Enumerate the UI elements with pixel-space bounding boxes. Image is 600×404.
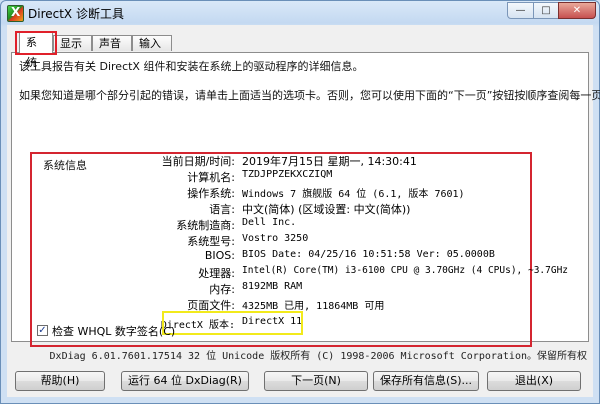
directx-icon: X (7, 5, 24, 22)
client-area: 系统 显示 声音 输入 该工具报告有关 DirectX 组件和安装在系统上的驱动… (7, 25, 600, 397)
info-label: 系统型号: (187, 235, 235, 248)
info-value: Windows 7 旗舰版 64 位 (6.1, 版本 7601) (242, 189, 465, 200)
intro-line-2: 如果您知道是哪个部分引起的错误，请单击上面适当的选项卡。否则，您可以使用下面的“… (19, 89, 600, 102)
close-button[interactable]: ✕ (558, 2, 596, 19)
minimize-button[interactable]: — (507, 2, 534, 19)
info-label: 当前日期/时间: (161, 155, 235, 168)
info-row-memory: 内存: 8192MB RAM (7, 281, 600, 296)
tab-sound[interactable]: 声音 (92, 35, 132, 51)
directx-version-highlight-box (162, 311, 303, 335)
whql-checkbox[interactable]: ✓ (37, 325, 48, 336)
info-row-computer-name: 计算机名: TZDJPPZEKXCZIQM (7, 169, 600, 184)
exit-button[interactable]: 退出(X) (487, 371, 581, 391)
tab-input[interactable]: 输入 (132, 35, 172, 51)
copyright-footer: DxDiag 6.01.7601.17514 32 位 Unicode 版权所有… (49, 351, 587, 362)
info-value: BIOS Date: 04/25/16 10:51:58 Ver: 05.000… (242, 249, 495, 260)
maximize-button[interactable]: □ (533, 2, 559, 19)
info-value: Intel(R) Core(TM) i3-6100 CPU @ 3.70GHz … (242, 265, 569, 276)
info-label: BIOS: (204, 249, 235, 262)
save-all-info-button[interactable]: 保存所有信息(S)... (373, 371, 479, 391)
next-page-button[interactable]: 下一页(N) (264, 371, 368, 391)
info-value: 中文(简体) (区域设置: 中文(简体)) (242, 203, 411, 216)
info-row-model: 系统型号: Vostro 3250 (7, 233, 600, 248)
help-button[interactable]: 帮助(H) (15, 371, 105, 391)
info-value: TZDJPPZEKXCZIQM (242, 169, 333, 180)
info-value: Vostro 3250 (242, 233, 309, 244)
window-title: DirectX 诊断工具 (28, 7, 124, 21)
tab-display[interactable]: 显示 (53, 35, 92, 51)
title-bar[interactable]: X DirectX 诊断工具 — □ ✕ (1, 1, 599, 25)
info-row-language: 语言: 中文(简体) (区域设置: 中文(简体)) (7, 201, 600, 216)
whql-label[interactable]: 检查 WHQL 数字签名(C) (52, 323, 175, 339)
info-row-pagefile: 页面文件: 4325MB 已用, 11864MB 可用 (7, 297, 600, 312)
info-row-manufacturer: 系统制造商: Dell Inc. (7, 217, 600, 232)
info-value: 2019年7月15日 星期一, 14:30:41 (242, 155, 417, 168)
info-row-os: 操作系统: Windows 7 旗舰版 64 位 (6.1, 版本 7601) (7, 185, 600, 200)
info-row-bios: BIOS: BIOS Date: 04/25/16 10:51:58 Ver: … (7, 249, 600, 264)
info-label: 语言: (209, 203, 235, 216)
info-value: Dell Inc. (242, 217, 297, 228)
info-label: 系统制造商: (176, 219, 235, 232)
info-label: 内存: (209, 283, 235, 296)
info-label: 计算机名: (187, 171, 235, 184)
info-row-processor: 处理器: Intel(R) Core(TM) i3-6100 CPU @ 3.7… (7, 265, 600, 280)
info-value: 8192MB RAM (242, 281, 303, 292)
info-value: 4325MB 已用, 11864MB 可用 (242, 301, 385, 312)
dxdiag-window: X DirectX 诊断工具 — □ ✕ 系统 显示 声音 输入 该工具报告有关… (0, 0, 600, 404)
intro-line-1: 该工具报告有关 DirectX 组件和安装在系统上的驱动程序的详细信息。 (19, 60, 364, 73)
info-label: 处理器: (198, 267, 235, 280)
info-label: 操作系统: (187, 187, 235, 200)
run-64bit-dxdiag-button[interactable]: 运行 64 位 DxDiag(R) (121, 371, 249, 391)
info-row-datetime: 当前日期/时间: 2019年7月15日 星期一, 14:30:41 (7, 153, 600, 168)
tab-highlight-box (15, 31, 57, 55)
